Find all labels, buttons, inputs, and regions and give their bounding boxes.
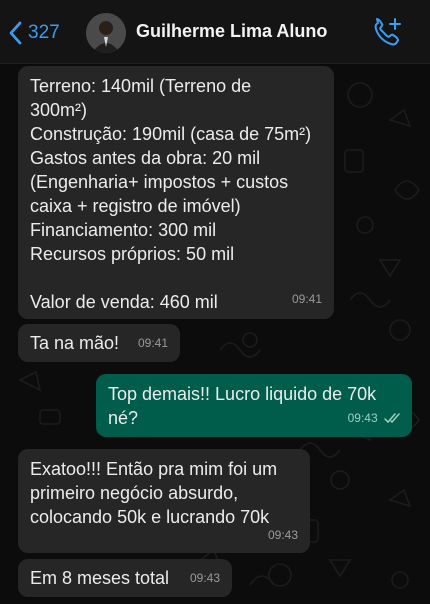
add-call-icon	[374, 18, 401, 46]
message-text-line: Valor de venda: 460 mil	[30, 292, 218, 312]
contact-name[interactable]: Guilherme Lima Aluno	[136, 21, 327, 42]
chat-header: 327 Guilherme Lima Aluno	[0, 0, 430, 64]
back-button[interactable]: 327	[8, 18, 60, 48]
message-bubble-incoming[interactable]: Exatoo!!! Então pra mim foi um primeiro …	[18, 449, 310, 553]
message-time: 09:43	[347, 411, 378, 425]
message-bubble-outgoing[interactable]: Top demais!! Lucro liquido de 70k né? 09…	[96, 374, 412, 437]
message-text-line: colocando 50k e lucrando 70k	[30, 507, 270, 527]
chevron-left-icon	[9, 21, 22, 45]
message-text-line: Terreno: 140mil (Terreno de	[30, 76, 252, 96]
message-text-line: (Engenharia+ impostos + custos	[30, 172, 289, 192]
message-time: 09:41	[291, 292, 322, 306]
unread-count: 327	[28, 22, 60, 43]
message-text-line: Recursos próprios: 50 mil	[30, 244, 235, 264]
message-text-line: Financiamento: 300 mil	[30, 220, 217, 240]
message-bubble-incoming[interactable]: Em 8 meses total 09:43	[18, 559, 232, 597]
chat-screen: 327 Guilherme Lima Aluno Terreno: 140mil…	[0, 0, 430, 604]
avatar[interactable]	[86, 13, 126, 53]
double-check-icon	[384, 413, 400, 424]
message-text-line: caixa + registro de imóvel)	[30, 196, 241, 216]
message-text: Em 8 meses total	[30, 568, 170, 588]
message-text-line: primeiro negócio absurdo,	[30, 483, 239, 503]
message-text-line	[30, 266, 322, 290]
message-text-line: Gastos antes da obra: 20 mil	[30, 148, 261, 168]
message-text-line: Top demais!! Lucro liquido de 70k	[108, 384, 377, 404]
message-time: 09:43	[267, 528, 298, 542]
avatar-image	[86, 13, 126, 53]
message-text-line: Exatoo!!! Então pra mim foi um	[30, 459, 278, 479]
message-time: 09:41	[137, 336, 168, 350]
message-text: Ta na mão!	[30, 333, 120, 353]
add-call-button[interactable]	[370, 16, 404, 50]
message-bubble-incoming[interactable]: Terreno: 140mil (Terreno de 300m²) Const…	[18, 66, 334, 319]
message-time-status: 09:43	[348, 406, 402, 430]
message-text-line: Construção: 190mil (casa de 75m²)	[30, 124, 312, 144]
message-time: 09:43	[189, 571, 220, 585]
message-bubble-incoming[interactable]: Ta na mão! 09:41	[18, 324, 180, 362]
message-text-line: 300m²)	[30, 100, 88, 120]
